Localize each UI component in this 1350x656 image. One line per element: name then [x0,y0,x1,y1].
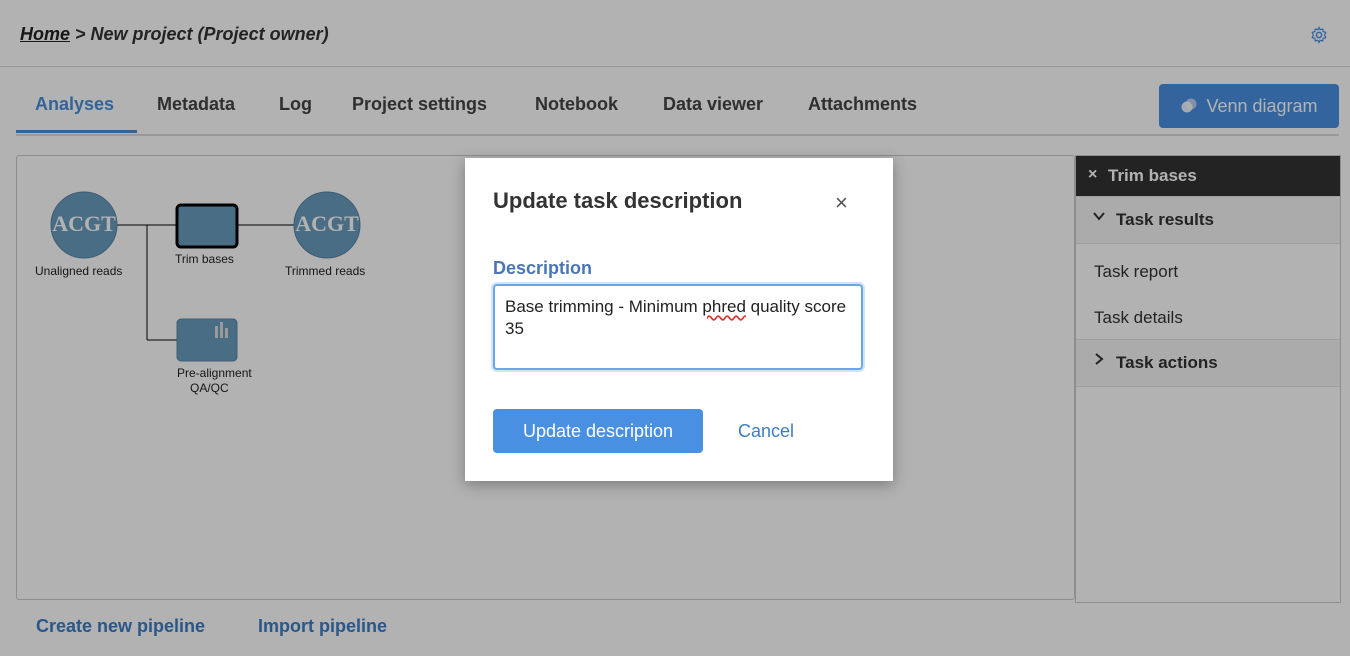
project-page: Home > New project (Project owner) Analy… [0,0,1350,656]
description-label: Description [493,258,593,278]
update-description-modal: Update task description × Description Ba… [465,158,893,481]
cancel-button[interactable]: Cancel [738,421,794,442]
description-textarea[interactable]: Base trimming - Minimum phred quality sc… [493,284,863,370]
modal-title: Update task description [493,188,743,213]
update-description-button[interactable]: Update description [493,409,703,453]
description-text-misspelled: phred [702,297,746,316]
close-icon[interactable]: × [835,190,848,216]
description-text-part1: Base trimming - Minimum [505,297,703,316]
